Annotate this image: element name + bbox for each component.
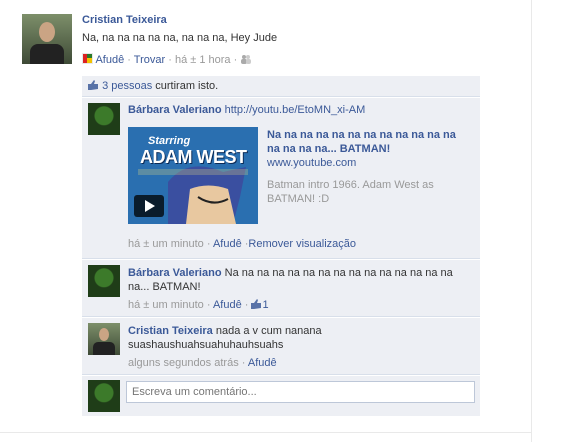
comment-timestamp[interactable]: há ± um minuto bbox=[128, 299, 204, 311]
play-button[interactable] bbox=[134, 195, 164, 217]
post-message: Na, na na na na na, na na na, Hey Jude bbox=[82, 32, 278, 44]
separator: · bbox=[127, 54, 131, 66]
video-domain[interactable]: www.youtube.com bbox=[267, 157, 356, 169]
commenter-avatar[interactable] bbox=[88, 265, 120, 297]
separator: · bbox=[244, 299, 249, 311]
remove-preview-link[interactable]: Remover visualização bbox=[248, 238, 356, 250]
separator: · bbox=[206, 238, 211, 250]
post-divider bbox=[0, 432, 531, 433]
comment-actions: alguns segundos atrás · Afudê bbox=[128, 357, 277, 369]
composer-avatar bbox=[88, 380, 120, 412]
comment-body: Bárbara Valeriano Na na na na na na na n… bbox=[128, 266, 468, 294]
commenter-avatar[interactable] bbox=[88, 103, 120, 135]
commenter-name[interactable]: Bárbara Valeriano bbox=[128, 267, 222, 279]
comment-like-link[interactable]: Afudê bbox=[248, 357, 277, 369]
commenter-avatar[interactable] bbox=[88, 323, 120, 355]
feed-post: Cristian Teixeira Na, na na na na na, na… bbox=[0, 0, 562, 442]
comment-like-link[interactable]: Afudê bbox=[213, 238, 242, 250]
column-divider bbox=[531, 0, 532, 442]
comment-actions: há ± um minuto · Afudê ·Remover visualiz… bbox=[128, 238, 356, 250]
thumbs-up-icon bbox=[251, 299, 262, 309]
thumb-title: ADAM WEST bbox=[140, 147, 247, 167]
comment-actions: há ± um minuto · Afudê · 1 bbox=[128, 299, 269, 311]
video-description: Batman intro 1966. Adam West as BATMAN! … bbox=[267, 179, 434, 205]
comment-input-wrapper bbox=[126, 381, 475, 403]
play-icon bbox=[145, 200, 155, 212]
likes-bar: 3 pessoas curtiram isto. bbox=[82, 76, 480, 96]
commenter-name[interactable]: Cristian Teixeira bbox=[128, 325, 213, 337]
author-avatar[interactable] bbox=[22, 14, 72, 64]
separator: · bbox=[241, 357, 246, 369]
comment-timestamp[interactable]: há ± um minuto bbox=[128, 238, 204, 250]
comment-like-link[interactable]: Afudê bbox=[213, 299, 242, 311]
likers-link[interactable]: 3 pessoas bbox=[102, 80, 152, 92]
thumb-starring: Starring bbox=[148, 135, 191, 147]
video-title[interactable]: Na na na na na na na na na na na na na n… bbox=[267, 128, 467, 156]
post-timestamp[interactable]: há ± 1 hora bbox=[175, 54, 231, 66]
comment-input[interactable] bbox=[130, 382, 474, 402]
thumbs-up-icon bbox=[88, 80, 98, 90]
comment-like-count[interactable]: 1 bbox=[262, 299, 268, 311]
separator: · bbox=[206, 299, 211, 311]
app-flag-icon bbox=[82, 53, 93, 64]
post-author-name[interactable]: Cristian Teixeira bbox=[82, 14, 167, 26]
comment-link[interactable]: http://youtu.be/EtoMN_xi-AM bbox=[225, 104, 366, 116]
separator: · bbox=[233, 54, 238, 66]
commenter-name[interactable]: Bárbara Valeriano bbox=[128, 104, 222, 116]
comment-body: Bárbara Valeriano http://youtu.be/EtoMN_… bbox=[128, 104, 365, 116]
post-change-link[interactable]: Trovar bbox=[134, 54, 165, 66]
video-thumbnail[interactable]: Starring ADAM WEST bbox=[128, 127, 258, 224]
post-actions: Afudê · Trovar · há ± 1 hora · bbox=[82, 53, 252, 66]
post-like-link[interactable]: Afudê bbox=[95, 54, 124, 66]
likes-text: curtiram isto. bbox=[152, 80, 219, 92]
comment-timestamp[interactable]: alguns segundos atrás bbox=[128, 357, 239, 369]
friends-privacy-icon[interactable] bbox=[240, 54, 252, 64]
comment-body: Cristian Teixeira nada a v cum nanana su… bbox=[128, 324, 368, 352]
separator: · bbox=[168, 54, 172, 66]
